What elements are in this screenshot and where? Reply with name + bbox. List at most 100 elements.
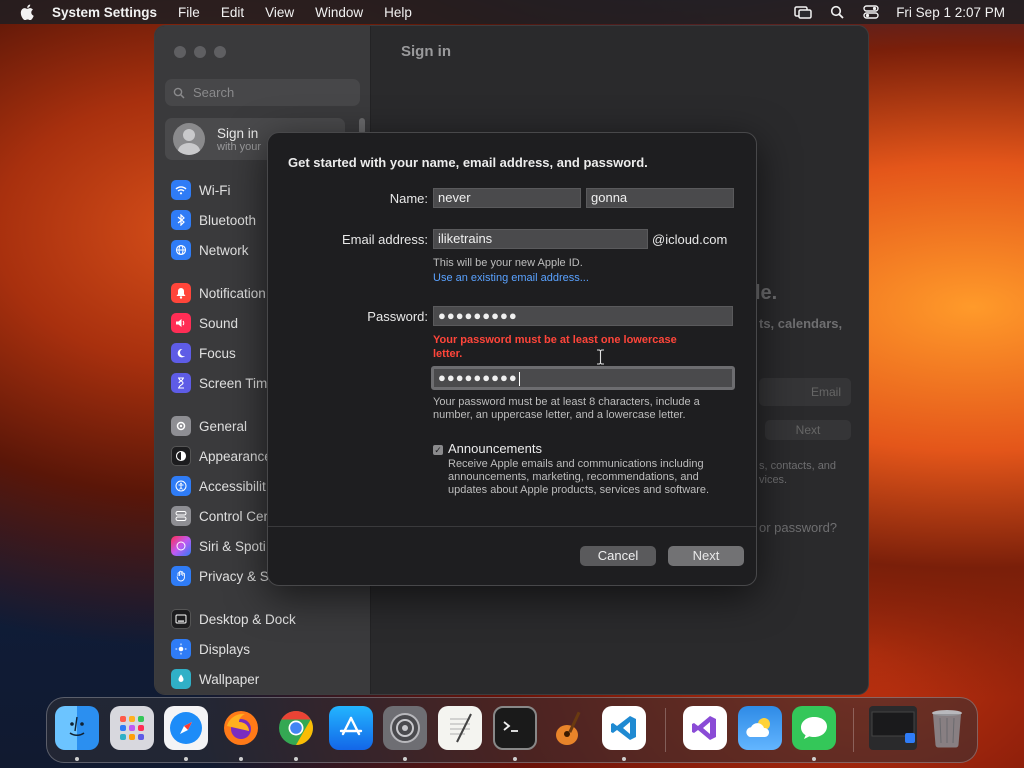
sidebar-item-privacy-security[interactable]: Privacy & S: [171, 565, 269, 587]
terminal-window-icon[interactable]: [869, 706, 917, 750]
dialog-heading: Get started with your name, email addres…: [288, 155, 648, 170]
network-icon: [171, 240, 191, 260]
minimize-window-button[interactable]: [194, 46, 206, 58]
sidebar-item-sound[interactable]: Sound: [171, 312, 238, 334]
sidebar-item-accessibility[interactable]: Accessibilit: [171, 475, 266, 497]
password-field[interactable]: ●●●●●●●●●: [433, 306, 733, 326]
edit-menu[interactable]: Edit: [221, 5, 244, 20]
sidebar-item-label: Wi-Fi: [199, 182, 231, 198]
close-window-button[interactable]: [174, 46, 186, 58]
sidebar-item-general[interactable]: General: [171, 415, 247, 437]
sign-in-subtitle: with your: [217, 140, 262, 153]
focus-icon: [171, 343, 191, 363]
sidebar-item-wallpaper[interactable]: Wallpaper: [171, 668, 259, 690]
finder-icon[interactable]: [55, 706, 99, 750]
sidebar-item-label: Privacy & S: [199, 568, 269, 584]
zoom-window-button[interactable]: [214, 46, 226, 58]
screen-mirroring-icon[interactable]: [794, 5, 812, 19]
launchpad-icon[interactable]: [110, 706, 154, 750]
sidebar-item-label: Sound: [199, 315, 239, 331]
use-existing-email-link[interactable]: Use an existing email address...: [433, 272, 589, 284]
running-indicator: [75, 757, 79, 761]
bluetooth-icon: [171, 210, 191, 230]
name-label: Name:: [389, 191, 428, 206]
sidebar-item-wifi[interactable]: Wi-Fi: [171, 179, 230, 201]
sidebar-item-desktop-dock[interactable]: Desktop & Dock: [171, 608, 296, 630]
email-field[interactable]: iliketrains: [433, 229, 648, 249]
firefox-icon[interactable]: [219, 706, 263, 750]
sidebar-item-focus[interactable]: Focus: [171, 342, 236, 364]
sidebar-item-appearance[interactable]: Appearance: [171, 445, 272, 467]
sidebar-item-bluetooth[interactable]: Bluetooth: [171, 209, 256, 231]
app-menu[interactable]: System Settings: [52, 5, 157, 20]
cancel-button[interactable]: Cancel: [580, 546, 656, 566]
sidebar-item-siri-spotlight[interactable]: Siri & Spoti: [171, 535, 266, 557]
displays-icon: [171, 639, 191, 659]
garageband-icon[interactable]: [547, 706, 591, 750]
first-name-field[interactable]: never: [433, 188, 581, 208]
siri-icon: [171, 536, 191, 556]
general-icon: [171, 416, 191, 436]
control-centre-icon: [171, 506, 191, 526]
password-rules-line2: number, an uppercase letter, and a lower…: [433, 409, 686, 421]
background-text: vices.: [759, 474, 788, 486]
text-cursor-icon: [597, 349, 604, 365]
page-title: Sign in: [401, 43, 451, 60]
terminal-icon[interactable]: [493, 706, 537, 750]
window-menu[interactable]: Window: [315, 5, 363, 20]
announcements-desc-line1: Receive Apple emails and communications …: [448, 458, 704, 470]
textedit-icon[interactable]: [438, 706, 482, 750]
messages-icon[interactable]: [792, 706, 836, 750]
running-indicator: [622, 757, 626, 761]
window-controls: [174, 46, 234, 58]
screen-time-icon: [171, 373, 191, 393]
running-indicator: [513, 757, 517, 761]
background-email-field: Email: [759, 378, 851, 406]
help-menu[interactable]: Help: [384, 5, 412, 20]
email-domain: @icloud.com: [652, 232, 728, 247]
visual-studio-icon[interactable]: [683, 706, 727, 750]
dock: [46, 697, 978, 763]
next-button[interactable]: Next: [668, 546, 744, 566]
password-error-line2: letter.: [433, 348, 463, 360]
background-next-button: Next: [765, 420, 851, 440]
create-apple-id-dialog: Get started with your name, email addres…: [267, 132, 757, 586]
last-name-field[interactable]: gonna: [586, 188, 734, 208]
password-error-line1: Your password must be at least one lower…: [433, 334, 677, 346]
app-store-icon[interactable]: [329, 706, 373, 750]
sidebar-item-control-centre[interactable]: Control Cer: [171, 505, 268, 527]
spotlight-search-icon[interactable]: [828, 5, 846, 19]
sidebar-item-screen-time[interactable]: Screen Tim: [171, 372, 267, 394]
announcements-checkbox[interactable]: ✓: [433, 445, 443, 455]
sidebar-item-label: Desktop & Dock: [199, 611, 296, 627]
sidebar-item-label: General: [199, 418, 248, 434]
file-menu[interactable]: File: [178, 5, 200, 20]
sidebar-item-label: Displays: [199, 641, 251, 657]
dialog-divider: [268, 526, 756, 527]
announcements-title[interactable]: Announcements: [448, 441, 542, 456]
vscode-icon[interactable]: [602, 706, 646, 750]
text-caret: [518, 371, 520, 386]
system-settings-icon[interactable]: [383, 706, 427, 750]
running-indicator: [239, 757, 243, 761]
sidebar-item-label: Screen Tim: [199, 375, 268, 391]
safari-icon[interactable]: [164, 706, 208, 750]
view-menu[interactable]: View: [265, 5, 294, 20]
verify-password-field[interactable]: ●●●●●●●●●: [431, 366, 735, 390]
chrome-icon[interactable]: [274, 706, 318, 750]
privacy-hand-icon: [171, 566, 191, 586]
weather-icon[interactable]: [738, 706, 782, 750]
sidebar-search-input[interactable]: Search: [165, 79, 360, 106]
email-label: Email address:: [342, 232, 428, 247]
dock-separator: [853, 708, 854, 752]
background-text: s, contacts, and: [759, 460, 837, 472]
trash-icon[interactable]: [925, 706, 969, 750]
sidebar-item-displays[interactable]: Displays: [171, 638, 250, 660]
running-indicator: [294, 757, 298, 761]
sidebar-item-network[interactable]: Network: [171, 239, 249, 261]
menubar-clock[interactable]: Fri Sep 1 2:07 PM: [896, 5, 1005, 20]
apple-logo-icon[interactable]: [20, 4, 34, 20]
announcements-desc-line3: updates about Apple products, services a…: [448, 484, 710, 496]
sidebar-item-notifications[interactable]: Notification: [171, 282, 266, 304]
control-center-icon[interactable]: [862, 5, 880, 19]
